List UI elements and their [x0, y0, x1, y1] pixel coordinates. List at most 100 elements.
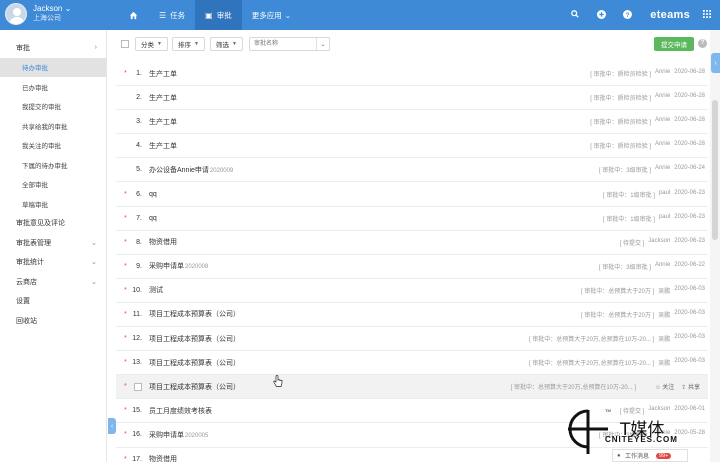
user-menu[interactable]: Jackson ⌄ 上海公司 — [5, 3, 71, 25]
apps-grid-icon[interactable] — [694, 10, 720, 20]
sidebar-collapse-handle[interactable]: ‹ — [108, 418, 116, 434]
required-star-icon: * — [124, 407, 127, 415]
list-item[interactable]: 3. 生产工单 [ 审批中：质检员检验 ] Annie 2020-06-28 — [116, 110, 708, 135]
right-panel-handle[interactable]: › — [711, 53, 720, 73]
row-status: [ 审批中：总预算大于20万,总预算在10万-20... ] — [510, 385, 636, 392]
filter-dropdown[interactable]: 筛选 ▼ — [210, 37, 243, 51]
row-creator: Annie — [654, 141, 671, 148]
row-title[interactable]: 项目工程成本预算表（公司） — [149, 334, 240, 344]
row-date: 2020-06-03 — [674, 334, 705, 341]
logo[interactable]: eteams — [650, 9, 690, 21]
sidebar-item-submitted[interactable]: 我提交的审批 — [0, 97, 106, 117]
row-status: [ 审批中：总预算大于20万 ] — [580, 312, 655, 319]
row-status: [ 审批中：3级审批 ] — [598, 168, 651, 175]
row-title[interactable]: 生产工单 — [149, 93, 177, 103]
list-item[interactable]: * 7. qq [ 审批中：1级审批 ] paul 2020-06-23 — [116, 207, 708, 231]
list-item[interactable]: * 8. 物资借用 [ 待提交 ] Jackson 2020-06-23 — [116, 231, 708, 255]
follow-button[interactable]: ☆ 关注 — [655, 382, 674, 391]
nav-approval[interactable]: ▣ 审批 — [195, 0, 242, 30]
nav-home[interactable] — [117, 0, 149, 30]
row-title-text: qq — [149, 214, 157, 222]
sidebar-item-label: 待办审批 — [22, 65, 48, 73]
row-title[interactable]: 办公设备Annie申请2020009 — [149, 165, 233, 175]
row-creator: Annie — [654, 117, 671, 124]
group-dropdown[interactable]: 分类 ▼ — [135, 37, 168, 51]
row-title-text: 项目工程成本预算表（公司） — [149, 359, 240, 367]
row-date: 2020-06-03 — [674, 309, 705, 316]
sidebar-item-all[interactable]: 全部审批 — [0, 175, 106, 195]
row-number: 8. — [136, 238, 142, 246]
search-input[interactable] — [250, 38, 316, 50]
help-icon[interactable]: ? — [614, 9, 640, 21]
list-item[interactable]: 2. 生产工单 [ 审批中：质检员检验 ] Annie 2020-06-28 — [116, 86, 708, 111]
sidebar-item-pending[interactable]: 待办审批 — [0, 57, 106, 77]
sidebar-item-recycle[interactable]: 回收站 — [0, 311, 106, 331]
help-icon[interactable]: ? — [698, 39, 707, 48]
watermark-logo-icon — [568, 409, 608, 454]
row-title[interactable]: 测试 — [149, 285, 163, 295]
list-item[interactable]: * 项目工程成本预算表（公司） [ 审批中：总预算大于20万,总预算在10万-20.… — [116, 375, 708, 400]
list-item[interactable]: * 9. 采购申请单2020008 [ 审批中：3级审批 ] Annie 2020-06-… — [116, 255, 708, 279]
work-message-button[interactable]: ● 工作消息 99+ — [612, 449, 688, 462]
avatar[interactable] — [5, 3, 27, 25]
sidebar-item-subordinate[interactable]: 下属的待办审批 — [0, 155, 106, 175]
sidebar-item-label: 审批表管理 — [16, 239, 51, 247]
share-button[interactable]: ⇪ 共享 — [681, 382, 700, 391]
row-title[interactable]: 生产工单 — [149, 69, 177, 79]
scrollbar-thumb[interactable] — [712, 100, 718, 240]
row-number: 13. — [132, 359, 142, 367]
sidebar-item-label: 审批意见及评论 — [16, 220, 65, 228]
row-title[interactable]: qq — [149, 215, 157, 222]
row-title-text: 采购申请单 — [149, 431, 184, 439]
row-title[interactable]: 物资借用 — [149, 237, 177, 247]
list-item[interactable]: * 13. 项目工程成本预算表（公司） [ 审批中：总预算大于20万,总预算在10万-… — [116, 351, 708, 376]
row-creator: 吴鹏 — [658, 337, 671, 344]
select-all-checkbox[interactable] — [121, 40, 129, 48]
list-item[interactable]: 4. 生产工单 [ 审批中：质检员检验 ] Annie 2020-06-28 — [116, 134, 708, 159]
sidebar-item-approval[interactable]: 审批 › — [0, 38, 106, 58]
list-item[interactable]: * 10. 测试 [ 审批中：总预算大于20万 ] 吴鹏 2020-06-03 — [116, 279, 708, 303]
list-item[interactable]: * 6. qq [ 审批中：1级审批 ] paul 2020-06-23 — [116, 182, 708, 207]
sidebar-item-settings[interactable]: 设置 — [0, 292, 106, 312]
row-title[interactable]: 生产工单 — [149, 141, 177, 151]
caret-down-icon: ▼ — [194, 41, 199, 47]
row-title[interactable]: 采购申请单2020008 — [149, 261, 208, 271]
row-number: 17. — [132, 455, 142, 462]
sidebar-item-form-manage[interactable]: 审批表管理 ⌄ — [0, 233, 106, 253]
row-title[interactable]: qq — [149, 191, 157, 198]
sidebar-item-shared[interactable]: 共享给我的审批 — [0, 116, 106, 136]
row-creator: 吴鹏 — [658, 361, 671, 368]
sidebar-item-stats[interactable]: 审批统计 ⌄ — [0, 253, 106, 273]
row-checkbox[interactable] — [134, 382, 142, 391]
sidebar-item-comments[interactable]: 审批意见及评论 — [0, 214, 106, 234]
row-date: 2020-06-24 — [674, 165, 705, 172]
row-meta: [ 审批中：总预算大于20万,总预算在10万-20... ] — [507, 382, 636, 391]
sidebar-item-done[interactable]: 已办审批 — [0, 77, 106, 97]
list-item[interactable]: * 1. 生产工单 [ 审批中：质检员检验 ] Annie 2020-06-28 — [116, 62, 708, 87]
row-title[interactable]: 物资借用 — [149, 454, 177, 462]
sidebar-item-store[interactable]: 云商店 ⌄ — [0, 272, 106, 292]
sidebar-item-drafts[interactable]: 草稿审批 — [0, 194, 106, 214]
sort-dropdown[interactable]: 排序 ▼ — [172, 37, 205, 51]
row-status: [ 审批中：质检员检验 ] — [590, 72, 651, 79]
row-title[interactable]: 项目工程成本预算表（公司） — [149, 309, 240, 319]
row-title[interactable]: 生产工单 — [149, 117, 177, 127]
row-title[interactable]: 员工月度绩效考核表 — [149, 406, 212, 416]
hand-cursor-icon — [273, 375, 283, 387]
search-icon[interactable] — [562, 10, 588, 20]
row-title[interactable]: 采购申请单2020005 — [149, 430, 208, 440]
list-item[interactable]: * 12. 项目工程成本预算表（公司） [ 审批中：总预算大于20万,总预算在10万-… — [116, 327, 708, 352]
list-item[interactable]: * 11. 项目工程成本预算表（公司） [ 审批中：总预算大于20万 ] 吴鹏 2020-… — [116, 303, 708, 328]
chevron-down-icon[interactable]: ⌄ — [316, 38, 329, 50]
sidebar-item-followed[interactable]: 我关注的审批 — [0, 136, 106, 156]
row-title[interactable]: 项目工程成本预算表（公司） — [149, 382, 240, 392]
row-title[interactable]: 项目工程成本预算表（公司） — [149, 358, 240, 368]
nav-more-apps[interactable]: 更多应用 ⌄ — [242, 0, 301, 30]
add-icon[interactable] — [588, 9, 614, 21]
unread-badge: 99+ — [656, 452, 672, 459]
row-number: 15. — [132, 407, 142, 415]
list-item[interactable]: 5. 办公设备Annie申请2020009[ 审批中：3级审批 ] Annie 202… — [116, 158, 708, 183]
scrollbar-track[interactable] — [710, 30, 720, 462]
submit-application-button[interactable]: 提交申请 — [654, 37, 694, 51]
nav-tasks[interactable]: ☰ 任务 — [149, 0, 195, 30]
